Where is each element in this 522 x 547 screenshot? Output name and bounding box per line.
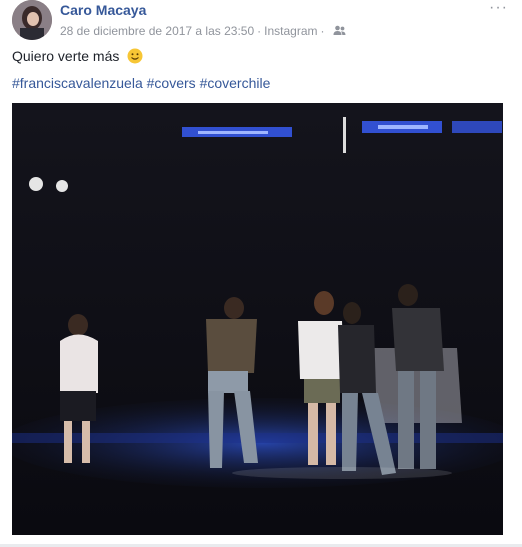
avatar-image: [12, 0, 52, 40]
post-timestamp[interactable]: 28 de diciembre de 2017 a las 23:50: [60, 24, 254, 38]
hashtags: #franciscavalenzuela #covers #coverchile: [12, 75, 270, 91]
hashtag-link[interactable]: #covers: [147, 75, 196, 91]
post-source[interactable]: Instagram: [264, 24, 317, 38]
meta-separator: ·: [257, 23, 262, 38]
post-message: Quiero verte más: [12, 48, 120, 64]
smile-emoji-icon: [127, 48, 143, 64]
hashtag-link[interactable]: #coverchile: [200, 75, 271, 91]
post-header: Caro Macaya 28 de diciembre de 2017 a la…: [0, 0, 522, 44]
hashtag-link[interactable]: #franciscavalenzuela: [12, 75, 143, 91]
post-text: Quiero verte más: [12, 48, 143, 64]
author-name[interactable]: Caro Macaya: [60, 2, 146, 18]
post-video[interactable]: [12, 103, 503, 535]
post-meta: 28 de diciembre de 2017 a las 23:50 · Inst…: [60, 23, 346, 38]
friends-icon[interactable]: [333, 25, 346, 36]
avatar[interactable]: [12, 0, 52, 40]
post-options-button[interactable]: ···: [489, 0, 508, 16]
video-frame-stage: [12, 103, 503, 535]
meta-separator: ·: [320, 23, 325, 38]
